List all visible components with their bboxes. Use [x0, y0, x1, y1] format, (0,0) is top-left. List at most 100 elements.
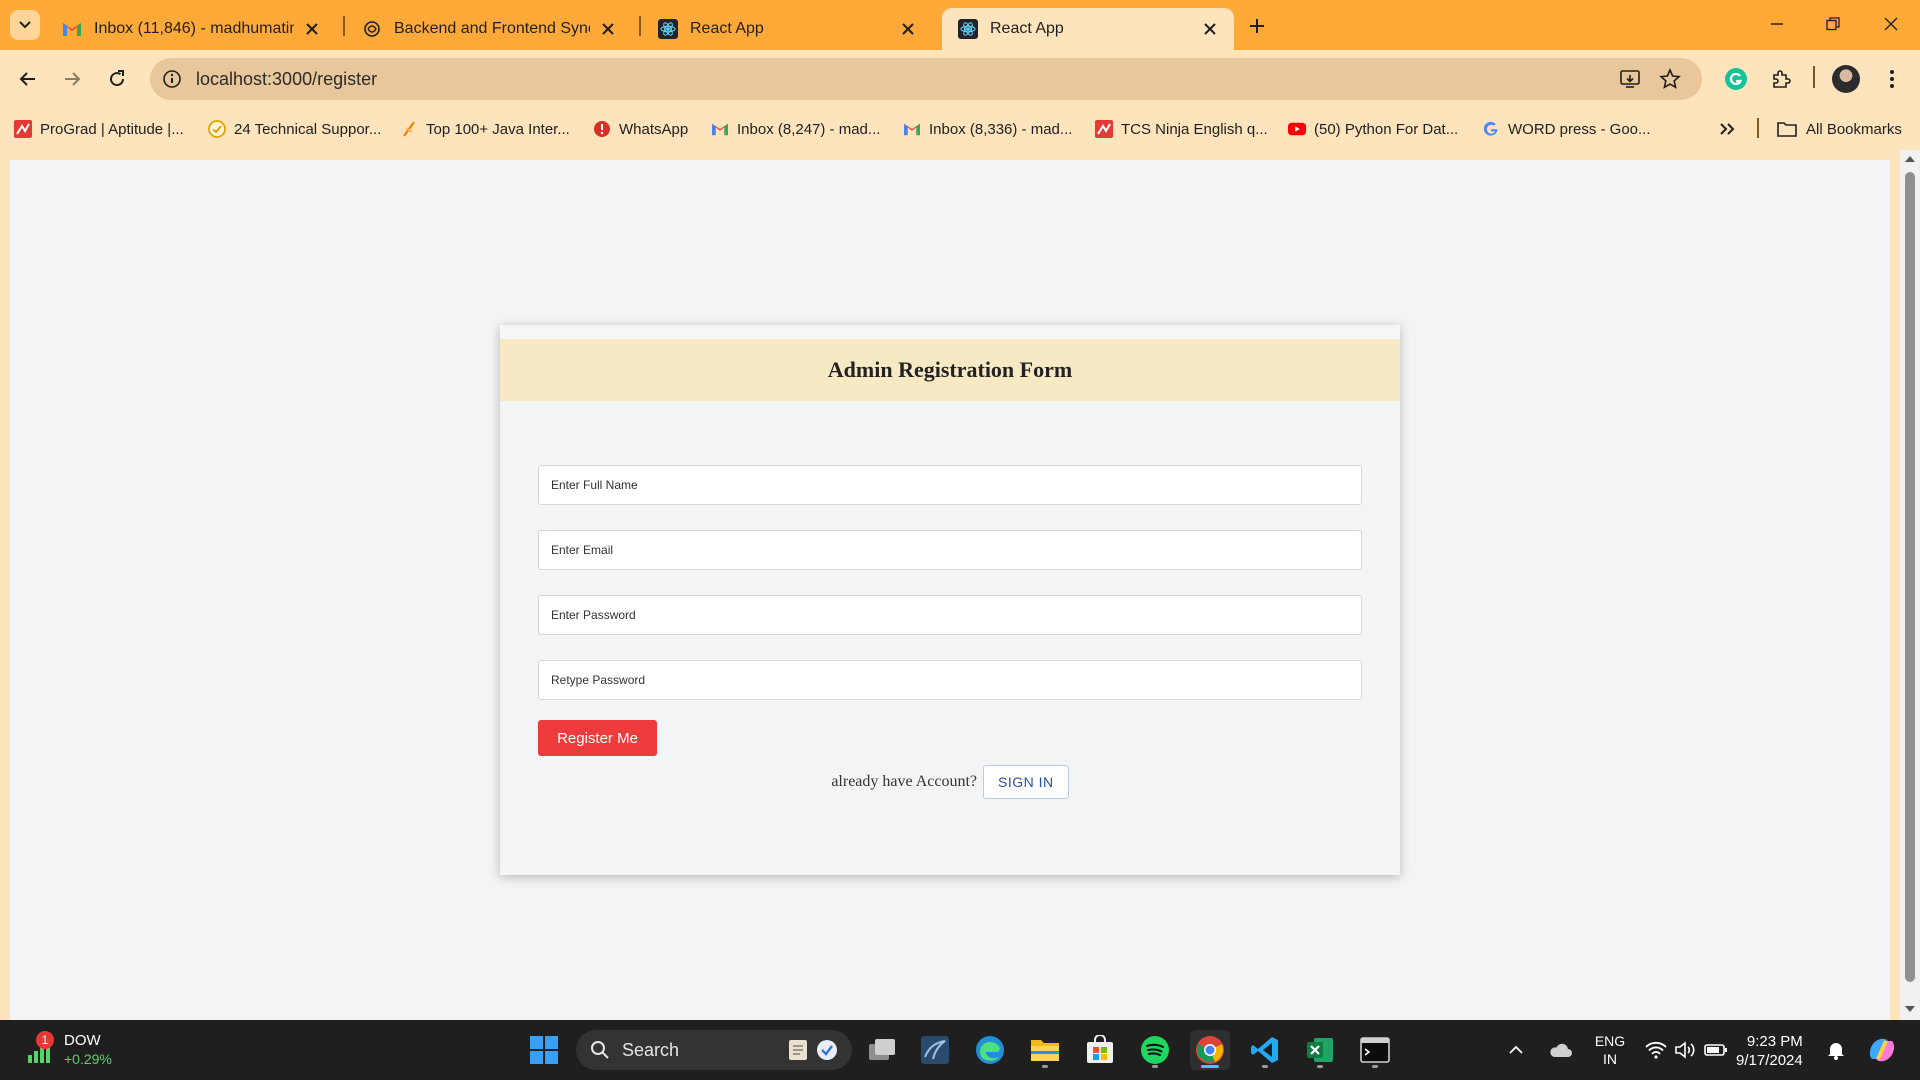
reload-icon [110, 70, 125, 87]
bookmark-inbox-8336[interactable]: Inbox (8,336) - mad... [903, 118, 1072, 140]
spotify-icon [1141, 1036, 1169, 1064]
card-header: Admin Registration Form [500, 339, 1400, 401]
taskbar-app-store[interactable] [1080, 1030, 1120, 1070]
excel-icon [1307, 1038, 1333, 1062]
email-input[interactable] [538, 530, 1362, 570]
mysql-workbench-icon [921, 1036, 949, 1064]
bookmark-technical-support[interactable]: 24 Technical Suppor... [208, 118, 381, 140]
gmail-icon [711, 120, 729, 138]
arrow-right-icon [65, 72, 81, 86]
registration-card: Admin Registration Form Register Me alre… [500, 325, 1400, 875]
check-circle-icon [208, 120, 226, 138]
prograd-icon [1095, 120, 1113, 138]
bookmarks-overflow-button[interactable] [1718, 118, 1744, 140]
tab-search-button[interactable] [10, 10, 40, 40]
scroll-down-arrow[interactable] [1905, 1006, 1915, 1012]
vertical-scrollbar[interactable] [1900, 150, 1920, 1020]
tab-gmail[interactable]: Inbox (11,846) - madhumatimo [46, 8, 336, 50]
grammarly-extension[interactable] [1720, 63, 1752, 95]
taskbar-search[interactable]: Search [576, 1030, 852, 1070]
battery-tray-icon[interactable] [1702, 1030, 1730, 1070]
bookmark-prograd[interactable]: ProGrad | Aptitude |... [14, 118, 184, 140]
close-icon[interactable] [898, 19, 918, 39]
store-icon [1087, 1035, 1113, 1063]
language-indicator[interactable]: ENG IN [1592, 1032, 1628, 1068]
install-app-icon[interactable] [1618, 67, 1642, 91]
bookmark-star-icon[interactable] [1658, 67, 1682, 91]
tab-backend-sync[interactable]: Backend and Frontend Sync [346, 8, 632, 50]
bookmark-python[interactable]: (50) Python For Dat... [1288, 118, 1458, 140]
bookmark-label: All Bookmarks [1806, 120, 1902, 138]
task-view-button[interactable] [862, 1030, 902, 1070]
taskbar-app-mysql[interactable] [915, 1030, 955, 1070]
tab-react-app-1[interactable]: React App [642, 8, 932, 50]
address-bar[interactable]: localhost:3000/register [150, 58, 1702, 100]
copilot-icon [1869, 1038, 1895, 1062]
notifications-button[interactable] [1822, 1030, 1850, 1070]
profile-button[interactable] [1830, 63, 1862, 95]
wifi-tray-icon[interactable] [1642, 1030, 1670, 1070]
grammarly-icon [1725, 68, 1747, 90]
bookmark-inbox-8247[interactable]: Inbox (8,247) - mad... [711, 118, 880, 140]
bookmark-wordpress[interactable]: WORD press - Goo... [1482, 118, 1651, 140]
password-input[interactable] [538, 595, 1362, 635]
taskbar-app-spotify[interactable] [1135, 1030, 1175, 1070]
site-info-icon[interactable] [160, 67, 184, 91]
scrollbar-thumb[interactable] [1905, 172, 1915, 982]
taskbar-clock[interactable]: 9:23 PM 9/17/2024 [1736, 1032, 1803, 1070]
close-icon[interactable] [302, 19, 322, 39]
browser-menu-button[interactable] [1876, 63, 1908, 95]
tray-overflow-button[interactable] [1502, 1030, 1530, 1070]
taskbar-app-excel[interactable] [1300, 1030, 1340, 1070]
all-bookmarks-button[interactable]: All Bookmarks [1776, 118, 1902, 140]
bookmark-whatsapp[interactable]: WhatsApp [593, 118, 688, 140]
tab-react-app-active[interactable]: React App [942, 8, 1234, 50]
onedrive-tray-icon[interactable] [1542, 1030, 1578, 1070]
extensions-button[interactable] [1765, 63, 1797, 95]
stock-widget[interactable]: 1 DOW +0.29% [22, 1028, 112, 1072]
copilot-button[interactable] [1862, 1030, 1902, 1070]
bookmark-label: Inbox (8,336) - mad... [929, 120, 1073, 138]
chrome-icon [1196, 1036, 1224, 1064]
volume-icon [1675, 1041, 1695, 1059]
minimize-button[interactable] [1754, 8, 1800, 40]
youtube-icon [1288, 120, 1306, 138]
notepad-widget-icon [786, 1037, 812, 1063]
arrow-left-icon [19, 72, 35, 86]
taskbar-app-chrome[interactable] [1190, 1030, 1230, 1070]
card-top-strip [500, 325, 1400, 339]
avatar [1832, 65, 1860, 93]
new-tab-button[interactable] [1243, 12, 1271, 40]
gmail-icon [903, 120, 921, 138]
tab-title: React App [990, 20, 1064, 37]
bookmark-java-interview[interactable]: Top 100+ Java Inter... [400, 118, 570, 140]
bookmarks-separator [1757, 118, 1759, 138]
taskbar-app-explorer[interactable] [1025, 1030, 1065, 1070]
restore-button[interactable] [1810, 8, 1856, 40]
running-indicator [1042, 1065, 1048, 1068]
url-text[interactable]: localhost:3000/register [196, 69, 377, 90]
bookmark-tcs-ninja[interactable]: TCS Ninja English q... [1095, 118, 1268, 140]
taskbar-app-vscode[interactable] [1245, 1030, 1285, 1070]
reload-button[interactable] [101, 63, 133, 95]
volume-tray-icon[interactable] [1672, 1030, 1698, 1070]
start-button[interactable] [524, 1030, 564, 1070]
signin-button[interactable]: SIGN IN [983, 765, 1069, 799]
scroll-up-arrow[interactable] [1905, 156, 1915, 162]
close-icon[interactable] [598, 19, 618, 39]
tab-strip: Inbox (11,846) - madhumatimo Backend and… [0, 0, 1920, 50]
close-window-button[interactable] [1868, 8, 1914, 40]
already-account-text: already have Account? [831, 773, 978, 790]
tab-title: Inbox (11,846) - madhumatimo [94, 20, 294, 37]
close-icon[interactable] [1200, 19, 1220, 39]
page-viewport: Admin Registration Form Register Me alre… [0, 150, 1920, 1020]
taskbar-app-edge[interactable] [970, 1030, 1010, 1070]
forward-button[interactable] [56, 63, 88, 95]
taskbar-app-terminal[interactable] [1355, 1030, 1395, 1070]
register-button[interactable]: Register Me [538, 720, 657, 756]
java-icon [400, 120, 418, 138]
full-name-input[interactable] [538, 465, 1362, 505]
plus-icon [1250, 19, 1264, 33]
retype-password-input[interactable] [538, 660, 1362, 700]
back-button[interactable] [12, 63, 44, 95]
